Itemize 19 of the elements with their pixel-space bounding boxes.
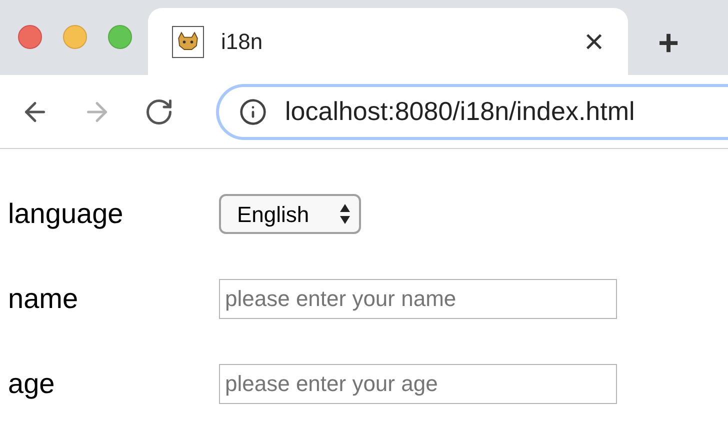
field-label: age <box>8 367 56 401</box>
cat-icon <box>172 26 204 58</box>
minimize-window-icon[interactable] <box>63 25 87 49</box>
reload-icon[interactable] <box>144 96 174 126</box>
info-icon <box>239 98 267 126</box>
field-label: language <box>8 197 124 231</box>
address-field[interactable]: localhost:8080/i18n/index.html <box>216 84 728 140</box>
tab-title: i18n <box>221 28 264 56</box>
field-label: name <box>8 282 80 316</box>
close-window-icon[interactable] <box>18 25 42 49</box>
text-input-field[interactable]: please enter your age <box>219 364 617 404</box>
language-dropdown[interactable]: English <box>219 194 361 234</box>
browser-tab[interactable]: i18n × <box>148 8 628 75</box>
new-tab-button[interactable]: + <box>658 25 680 61</box>
close-tab-button[interactable]: × <box>580 24 608 58</box>
zoom-window-icon[interactable] <box>108 25 132 49</box>
text-input-field[interactable]: please enter your name <box>219 279 617 319</box>
updown-caret-icon <box>339 203 351 225</box>
url-text: localhost:8080/i18n/index.html <box>285 95 635 128</box>
